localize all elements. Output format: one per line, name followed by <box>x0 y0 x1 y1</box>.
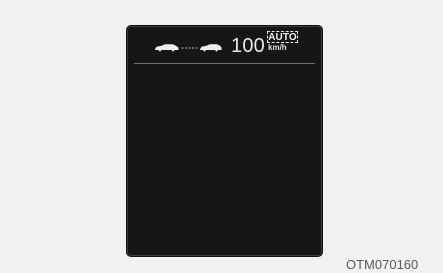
vehicle-distance-icon <box>153 40 223 53</box>
image-code-label: OTM070160 <box>346 257 419 272</box>
auto-badge: AUTO <box>267 31 298 43</box>
cruise-status-bar: 100 AUTO km/h <box>128 27 321 63</box>
status-separator <box>134 63 315 64</box>
speed-unit-label: km/h <box>268 43 287 52</box>
instrument-cluster-display: 100 AUTO km/h <box>127 26 322 256</box>
set-speed-value: 100 <box>231 35 265 57</box>
